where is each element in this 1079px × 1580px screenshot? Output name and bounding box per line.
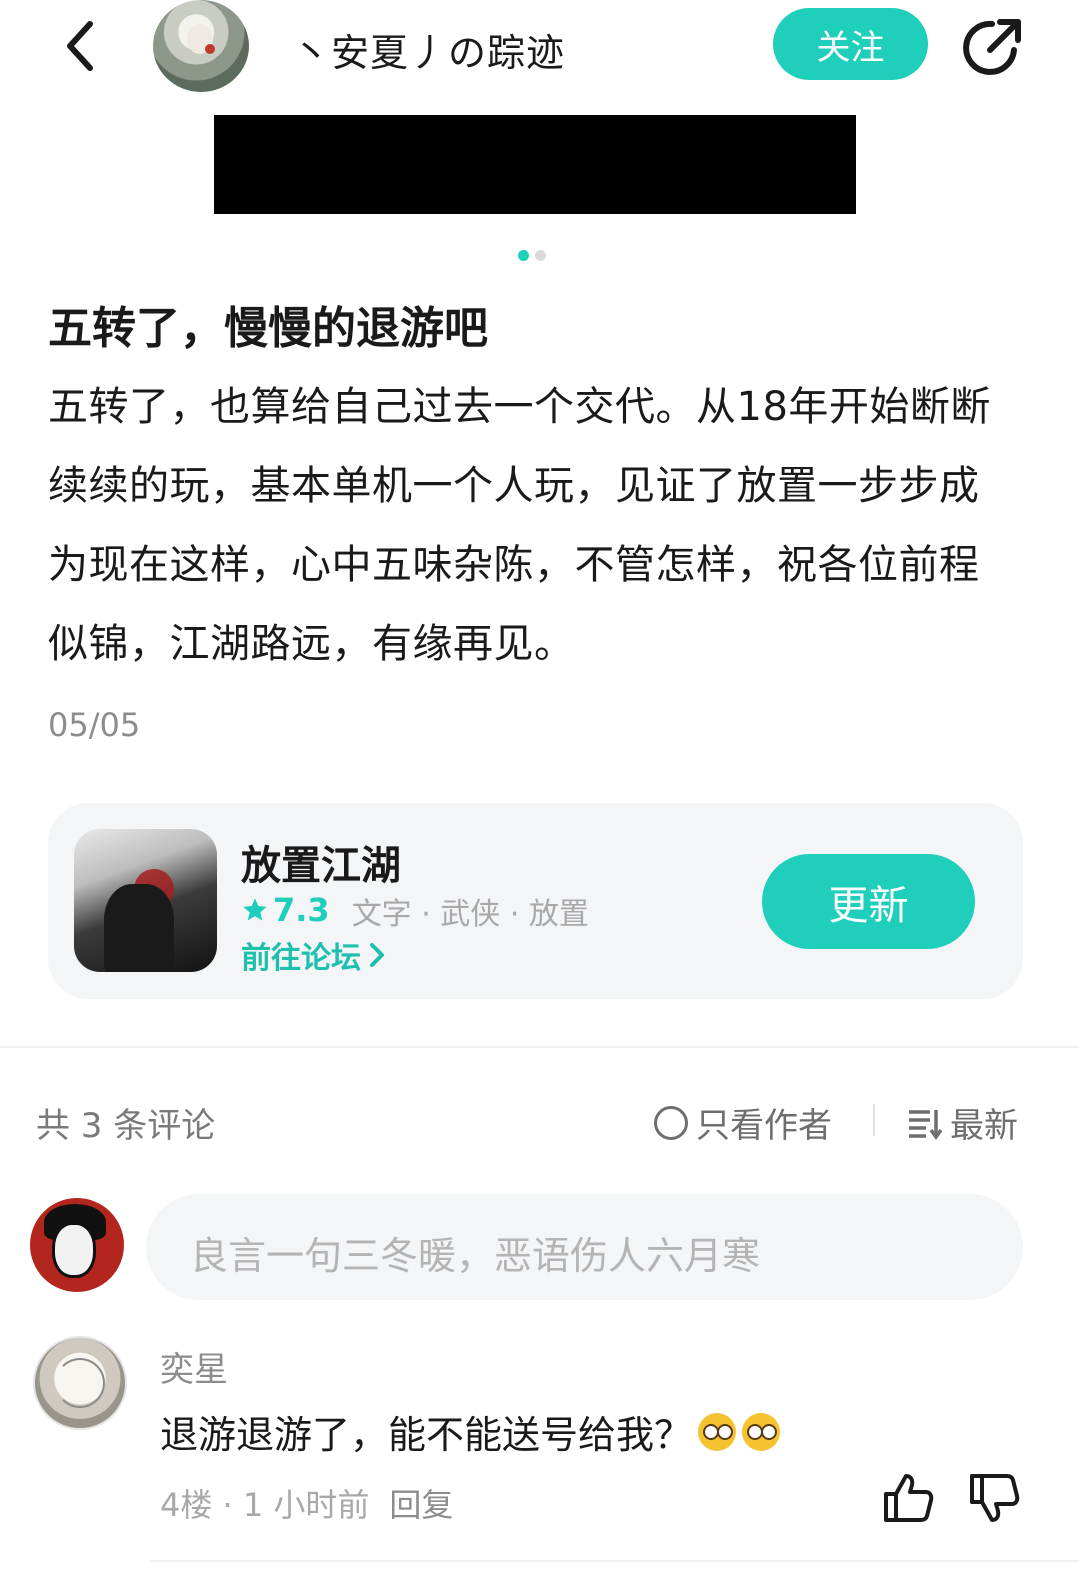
author-only-toggle[interactable]: 只看作者 [654, 1098, 832, 1147]
comment-meta: 4楼 · 1 小时前 回复 [160, 1480, 453, 1526]
author-avatar[interactable] [153, 0, 249, 92]
game-tags: 文字 · 武侠 · 放置 [351, 897, 589, 932]
comment-item: 奕星 退游退游了，能不能送号给我？ 4楼 · 1 小时前 回复 [0, 1330, 1079, 1570]
post-date: 05/05 [48, 706, 141, 744]
comment-floor-time: 4楼 · 1 小时前 [160, 1486, 370, 1524]
thumbs-up-icon [884, 1474, 934, 1522]
share-button[interactable] [960, 14, 1028, 82]
reply-button[interactable]: 回复 [389, 1480, 453, 1526]
dislike-button[interactable] [966, 1470, 1022, 1526]
author-name[interactable]: 丶安夏丿の踪迹 [292, 22, 565, 77]
comment-avatar[interactable] [33, 1336, 127, 1430]
top-bar: 丶安夏丿の踪迹 关注 [0, 0, 1079, 100]
thumbs-down-icon [970, 1474, 1020, 1522]
dizzy-face-emoji-icon [698, 1412, 737, 1451]
comment-username[interactable]: 奕星 [160, 1342, 228, 1391]
chevron-right-icon [370, 943, 384, 967]
comment-input[interactable]: 良言一句三冬暖，恶语伤人六月寒 [146, 1194, 1023, 1300]
comment-count: 共 3 条评论 [36, 1106, 216, 1146]
comment-input-placeholder: 良言一句三冬暖，恶语伤人六月寒 [190, 1234, 761, 1278]
sort-label: 最新 [950, 1106, 1018, 1146]
sort-icon [909, 1109, 942, 1140]
game-meta: 7.3 文字 · 武侠 · 放置 [241, 889, 589, 933]
carousel-indicator [518, 250, 546, 261]
chevron-left-icon [67, 21, 93, 71]
author-only-label: 只看作者 [696, 1106, 832, 1146]
carousel-dot-active [518, 250, 529, 261]
back-button[interactable] [52, 14, 108, 78]
update-button[interactable]: 更新 [762, 854, 975, 949]
follow-button[interactable]: 关注 [773, 8, 928, 80]
game-card[interactable]: 放置江湖 7.3 文字 · 武侠 · 放置 前往论坛 更新 [48, 803, 1023, 999]
forum-link-label: 前往论坛 [241, 941, 361, 976]
comment-text: 退游退游了，能不能送号给我？ [160, 1404, 781, 1459]
comment-text-content: 退游退游了，能不能送号给我？ [160, 1413, 693, 1457]
star-icon [243, 898, 267, 921]
game-rating: 7.3 [241, 891, 330, 929]
toolbar-separator [873, 1104, 875, 1136]
section-divider [0, 1046, 1079, 1048]
share-icon [963, 19, 1021, 75]
carousel-dot [535, 250, 546, 261]
post-title: 五转了，慢慢的退游吧 [48, 303, 488, 354]
rating-value: 7.3 [273, 891, 330, 929]
dizzy-face-emoji-icon [742, 1412, 781, 1451]
redacted-image[interactable] [214, 115, 856, 214]
sort-button[interactable]: 最新 [906, 1098, 1018, 1147]
like-button[interactable] [880, 1470, 936, 1526]
comments-toolbar: 共 3 条评论 只看作者 最新 [0, 1090, 1079, 1150]
radio-circle-icon [654, 1105, 688, 1140]
post-body: 五转了，也算给自己过去一个交代。从18年开始断断续续的玩，基本单机一个人玩，见证… [48, 384, 991, 667]
forum-link[interactable]: 前往论坛 [241, 933, 385, 977]
game-name: 放置江湖 [241, 843, 401, 889]
game-icon[interactable] [74, 829, 217, 972]
comment-divider [150, 1560, 1079, 1562]
my-avatar[interactable] [30, 1198, 124, 1292]
